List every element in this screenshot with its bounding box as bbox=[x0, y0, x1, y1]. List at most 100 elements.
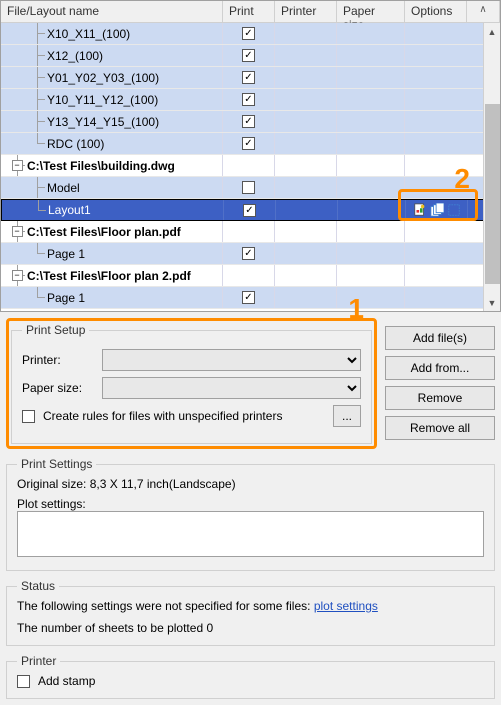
options-cell bbox=[405, 67, 467, 88]
plot-settings-label: Plot settings: bbox=[17, 497, 484, 511]
add-files-button[interactable]: Add file(s) bbox=[385, 326, 495, 350]
tree-collapse-icon[interactable]: − bbox=[12, 270, 23, 281]
col-spacer[interactable]: ∧ bbox=[467, 1, 500, 22]
create-rules-label: Create rules for files with unspecified … bbox=[43, 409, 325, 423]
printer-cell bbox=[275, 133, 337, 154]
printer-cell bbox=[275, 67, 337, 88]
options-cell bbox=[405, 111, 467, 132]
printer-combo[interactable] bbox=[102, 349, 361, 371]
layout-name: RDC (100) bbox=[47, 137, 104, 151]
file-cell: RDC (100) bbox=[1, 133, 223, 154]
add-stamp-checkbox[interactable] bbox=[17, 675, 30, 688]
paper-cell bbox=[337, 243, 405, 264]
print-settings-legend: Print Settings bbox=[17, 457, 96, 471]
table-row[interactable]: Y01_Y02_Y03_(100) ✓ bbox=[1, 67, 500, 89]
print-setup-legend: Print Setup bbox=[22, 323, 89, 337]
table-row[interactable]: X10_X11_(100) ✓ bbox=[1, 23, 500, 45]
print-cell: ✓ bbox=[224, 200, 276, 220]
table-row[interactable]: Page 1 ✓ bbox=[1, 287, 500, 309]
layout-name: X10_X11_(100) bbox=[47, 27, 130, 41]
printer-label: Printer: bbox=[22, 353, 94, 367]
layout-name: Model bbox=[47, 181, 80, 195]
print-checkbox[interactable]: ✓ bbox=[242, 291, 255, 304]
add-from-button[interactable]: Add from... bbox=[385, 356, 495, 380]
table-row[interactable]: Page 1 ✓ bbox=[1, 243, 500, 265]
tree-group-row[interactable]: −C:\Test Files\building.dwg bbox=[1, 155, 500, 177]
paper-cell bbox=[337, 265, 405, 286]
options-cell bbox=[405, 243, 467, 264]
plot-settings-link[interactable]: plot settings bbox=[314, 599, 378, 613]
file-cell: Layout1 bbox=[2, 200, 224, 220]
options-cell bbox=[405, 133, 467, 154]
printer-cell bbox=[275, 265, 337, 286]
col-options[interactable]: Options bbox=[405, 1, 467, 22]
print-cell: ✓ bbox=[223, 67, 275, 88]
table-row[interactable]: Y10_Y11_Y12_(100)✓ bbox=[1, 89, 500, 111]
print-checkbox[interactable]: ✓ bbox=[242, 115, 255, 128]
remove-button[interactable]: Remove bbox=[385, 386, 495, 410]
file-cell: −C:\Test Files\building.dwg bbox=[1, 155, 223, 176]
scroll-down-arrow[interactable]: ▼ bbox=[484, 294, 500, 311]
print-checkbox[interactable]: ✓ bbox=[242, 71, 255, 84]
print-cell: ✓ bbox=[223, 23, 275, 44]
callout-2: 2 bbox=[454, 163, 470, 195]
file-cell: Page 1 bbox=[1, 243, 223, 264]
col-print[interactable]: Print bbox=[223, 1, 275, 22]
print-checkbox[interactable]: ✓ bbox=[242, 27, 255, 40]
create-rules-checkbox[interactable] bbox=[22, 410, 35, 423]
file-layout-table: File/Layout name Print Printer Paper siz… bbox=[0, 0, 501, 312]
layout-name: Page 1 bbox=[47, 291, 85, 305]
tree-collapse-icon[interactable]: − bbox=[12, 160, 23, 171]
table-row[interactable]: Y13_Y14_Y15_(100) ✓ bbox=[1, 111, 500, 133]
paper-cell bbox=[338, 200, 406, 220]
print-cell: ✓ bbox=[223, 243, 275, 264]
print-checkbox[interactable]: ✓ bbox=[243, 204, 256, 217]
file-cell: −C:\Test Files\Floor plan 2.pdf bbox=[1, 265, 223, 286]
print-checkbox[interactable] bbox=[242, 181, 255, 194]
col-file[interactable]: File/Layout name bbox=[1, 1, 223, 22]
printer-cell bbox=[275, 243, 337, 264]
printer-legend: Printer bbox=[17, 654, 60, 668]
print-cell bbox=[223, 177, 275, 198]
table-row[interactable]: RDC (100) ✓ bbox=[1, 133, 500, 155]
table-row[interactable]: X12_(100)✓ bbox=[1, 45, 500, 67]
table-header: File/Layout name Print Printer Paper siz… bbox=[1, 1, 500, 23]
file-cell: Y01_Y02_Y03_(100) bbox=[1, 67, 223, 88]
tree-group-row[interactable]: −C:\Test Files\Floor plan 2.pdf bbox=[1, 265, 500, 287]
print-checkbox[interactable]: ✓ bbox=[242, 247, 255, 260]
print-cell bbox=[223, 155, 275, 176]
file-cell: Y13_Y14_Y15_(100) bbox=[1, 111, 223, 132]
scroll-up-arrow[interactable]: ▲ bbox=[484, 23, 500, 40]
vertical-scrollbar[interactable]: ▲ ▼ bbox=[483, 23, 500, 311]
scroll-thumb[interactable] bbox=[485, 104, 500, 284]
options-cell bbox=[405, 45, 467, 66]
print-checkbox[interactable]: ✓ bbox=[242, 137, 255, 150]
printer-cell bbox=[275, 155, 337, 176]
remove-all-button[interactable]: Remove all bbox=[385, 416, 495, 440]
group-name: C:\Test Files\building.dwg bbox=[27, 159, 175, 173]
printer-cell bbox=[275, 287, 337, 308]
col-printer[interactable]: Printer bbox=[275, 1, 337, 22]
options-cell bbox=[405, 221, 467, 242]
print-checkbox[interactable]: ✓ bbox=[242, 49, 255, 62]
paper-cell bbox=[337, 111, 405, 132]
file-cell: Model bbox=[1, 177, 223, 198]
print-cell bbox=[223, 221, 275, 242]
col-paper[interactable]: Paper size bbox=[337, 1, 405, 22]
printer-cell bbox=[275, 23, 337, 44]
printer-cell bbox=[276, 200, 338, 220]
rules-ellipsis-button[interactable]: ... bbox=[333, 405, 361, 427]
print-checkbox[interactable]: ✓ bbox=[242, 93, 255, 106]
paper-cell bbox=[337, 221, 405, 242]
original-size-text: Original size: 8,3 X 11,7 inch(Landscape… bbox=[17, 477, 484, 491]
paper-size-combo[interactable] bbox=[102, 377, 361, 399]
tree-group-row[interactable]: −C:\Test Files\Floor plan.pdf bbox=[1, 221, 500, 243]
printer-cell bbox=[275, 177, 337, 198]
print-cell: ✓ bbox=[223, 287, 275, 308]
layout-name: Layout1 bbox=[48, 203, 91, 217]
print-cell: ✓ bbox=[223, 111, 275, 132]
tree-collapse-icon[interactable]: − bbox=[12, 226, 23, 237]
plot-settings-textarea[interactable] bbox=[17, 511, 484, 557]
printer-cell bbox=[275, 111, 337, 132]
options-cell bbox=[405, 89, 467, 110]
